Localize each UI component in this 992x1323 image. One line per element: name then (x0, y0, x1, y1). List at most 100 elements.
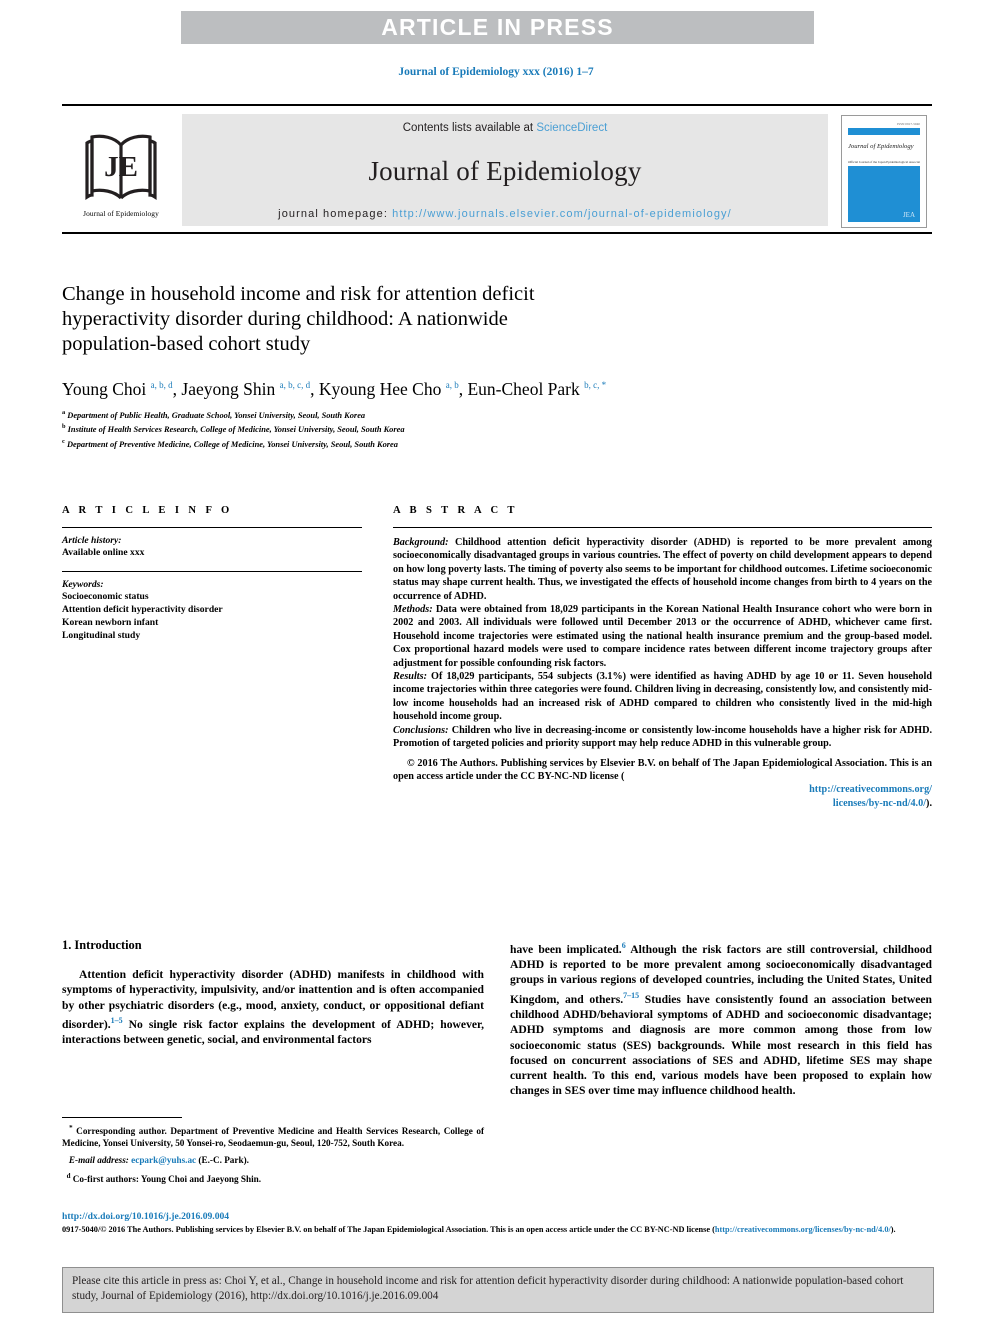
affiliation-item: a Department of Public Health, Graduate … (62, 407, 762, 421)
affiliation-item: b Institute of Health Services Research,… (62, 421, 762, 435)
introduction-heading: 1. Introduction (62, 938, 142, 952)
abstract-results-text: Of 18,029 participants, 554 subjects (3.… (393, 671, 932, 723)
sciencedirect-link[interactable]: ScienceDirect (536, 122, 607, 134)
title-block: Change in household income and risk for … (62, 282, 762, 450)
corresponding-author-footnote: * Corresponding author. Department of Pr… (62, 1122, 484, 1150)
author-affiliation-marks: a, b (445, 380, 459, 390)
cite-this-article-box: Please cite this article in press as: Ch… (62, 1267, 934, 1313)
keyword-item: Korean newborn infant (62, 617, 159, 628)
abstract-results: Results: Of 18,029 participants, 554 sub… (393, 670, 932, 724)
abstract-conclusions-label: Conclusions: (393, 724, 449, 736)
affiliation-mark: c (62, 437, 65, 445)
abstract-conclusions: Conclusions: Children who live in decrea… (393, 724, 932, 751)
abstract-results-label: Results: (393, 671, 427, 683)
journal-title: Journal of Epidemiology (368, 155, 642, 186)
abstract-heading: A B S T R A C T (393, 505, 518, 516)
license-tail: ). (890, 1225, 896, 1234)
cc-license-url-part1[interactable]: http://creativecommons.org/ (809, 784, 932, 795)
journal-citation-line: Journal of Epidemiology xxx (2016) 1–7 (398, 66, 594, 78)
journal-cover-thumbnail: ISSN 0917-5040 Journal of Epidemiology O… (836, 108, 932, 234)
article-title-line-1: Change in household income and risk for … (62, 283, 535, 305)
citation-ref[interactable]: 1–5 (111, 1016, 123, 1025)
page-title: Change in household income and risk for … (62, 282, 762, 357)
footnote-rule (62, 1117, 182, 1118)
affiliation-mark: b (62, 423, 66, 431)
citation-ref[interactable]: 7–15 (623, 991, 639, 1000)
cite-this-article-text: Please cite this article in press as: Ch… (72, 1275, 904, 1302)
abstract-copyright-text: © 2016 The Authors. Publishing services … (393, 757, 932, 782)
article-info-mid-rule (62, 571, 362, 572)
abstract-conclusions-text: Children who live in decreasing-income o… (393, 724, 932, 750)
author-name[interactable]: Young Choi (62, 379, 146, 399)
affiliation-list: a Department of Public Health, Graduate … (62, 407, 762, 450)
article-history-label: Article history: (62, 535, 122, 546)
email-label: E-mail address: (68, 1154, 129, 1165)
author-name[interactable]: Eun-Cheol Park (467, 379, 579, 399)
journal-logo-caption: Journal of Epidemiology (83, 208, 159, 218)
corresponding-author-text: Corresponding author. Department of Prev… (62, 1126, 484, 1149)
footnote-block: * Corresponding author. Department of Pr… (62, 1117, 484, 1185)
journal-masthead: JE Journal of Epidemiology Contents list… (62, 104, 932, 234)
article-info-section: A R T I C L E I N F O Article history: A… (62, 505, 362, 642)
license-url-link[interactable]: http://creativecommons.org/licenses/by-n… (715, 1225, 891, 1234)
article-info-heading: A R T I C L E I N F O (62, 505, 233, 516)
article-title-line-2: hyperactivity disorder during childhood:… (62, 308, 508, 330)
cofirst-text: Co-first authors: Young Choi and Jaeyong… (70, 1174, 262, 1185)
affiliation-item: c Department of Preventive Medicine, Col… (62, 436, 762, 450)
keyword-item: Socioeconomic status (62, 591, 149, 602)
cover-blue-block: JEA (848, 165, 920, 222)
email-footnote: E-mail address: ecpark@yuhs.ac (E.-C. Pa… (62, 1154, 484, 1166)
abstract-methods-label: Methods: (393, 604, 433, 616)
email-link[interactable]: ecpark@yuhs.ac (131, 1155, 196, 1165)
abstract-background-label: Background: (393, 537, 449, 548)
abstract-methods-text: Data were obtained from 18,029 participa… (393, 604, 932, 669)
intro-right-text-a: have been implicated. (510, 942, 622, 956)
keyword-item: Longitudinal study (62, 630, 141, 641)
cover-mark: JEA (902, 210, 915, 219)
cofirst-authors-footnote: d Co-first authors: Young Choi and Jaeyo… (62, 1170, 484, 1185)
article-title-line-3: population-based cohort study (62, 333, 311, 355)
author-list: Young Choi a, b, d, Jaeyong Shin a, b, c… (62, 378, 607, 399)
affiliation-text: Institute of Health Services Research, C… (67, 425, 405, 435)
abstract-copyright: © 2016 The Authors. Publishing services … (393, 757, 932, 811)
abstract-background-text: Childhood attention deficit hyperactivit… (393, 537, 932, 602)
cover-title: Journal of Epidemiology (848, 142, 914, 150)
introduction-column-left: 1. Introduction Attention deficit hypera… (62, 938, 484, 1047)
article-history-value: Available online xxx (62, 547, 145, 558)
affiliation-mark: a (62, 408, 66, 416)
journal-logo-letters: JE (104, 151, 138, 183)
article-in-press-banner: ARTICLE IN PRESS (181, 11, 814, 44)
abstract-top-rule (393, 527, 932, 528)
abstract-background: Background: Childhood attention deficit … (393, 536, 932, 603)
email-suffix: (E.-C. Park). (196, 1154, 249, 1165)
cover-blue-bar (848, 127, 920, 135)
intro-left-text-b: No single risk factor explains the devel… (62, 1017, 484, 1047)
author-name[interactable]: Kyoung Hee Cho (319, 379, 441, 399)
article-info-top-rule (62, 527, 362, 528)
abstract-copyright-tail: ). (926, 797, 932, 809)
doi-link[interactable]: http://dx.doi.org/10.1016/j.je.2016.09.0… (62, 1211, 934, 1222)
author-affiliation-marks: a, b, c, d (279, 380, 311, 390)
article-in-press-label: ARTICLE IN PRESS (381, 14, 614, 40)
affiliation-text: Department of Public Health, Graduate Sc… (67, 410, 366, 420)
publisher-block: http://dx.doi.org/10.1016/j.je.2016.09.0… (62, 1211, 934, 1235)
introduction-paragraph-left: Attention deficit hyperactivity disorder… (62, 967, 484, 1047)
keyword-item: Attention deficit hyperactivity disorder (62, 604, 223, 615)
contents-lists-line: Contents lists available at ScienceDirec… (403, 122, 608, 134)
journal-homepage-label: journal homepage: (278, 208, 393, 220)
author-affiliation-marks: b, c, * (584, 380, 607, 390)
contents-lists-prefix: Contents lists available at (402, 122, 537, 134)
open-book-icon: JE (85, 134, 157, 200)
keywords-label: Keywords: (62, 579, 104, 590)
author-name[interactable]: Jaeyong Shin (181, 379, 275, 399)
journal-homepage-line: journal homepage: http://www.journals.el… (278, 208, 732, 220)
journal-logo: JE Journal of Epidemiology (62, 108, 180, 234)
cc-license-url-part2[interactable]: licenses/by-nc-nd/4.0/ (833, 798, 926, 809)
masthead-center-panel: Contents lists available at ScienceDirec… (182, 114, 828, 226)
affiliation-text: Department of Preventive Medicine, Colle… (66, 439, 398, 449)
cover-issn: ISSN 0917-5040 (897, 121, 920, 126)
intro-right-text-c: Studies have consistently found an assoc… (510, 992, 932, 1098)
journal-homepage-url[interactable]: http://www.journals.elsevier.com/journal… (392, 208, 732, 220)
introduction-paragraph-right: have been implicated.6 Although the risk… (510, 938, 932, 1099)
cover-association: Official Journal of the Japan Epidemiolo… (848, 159, 920, 164)
